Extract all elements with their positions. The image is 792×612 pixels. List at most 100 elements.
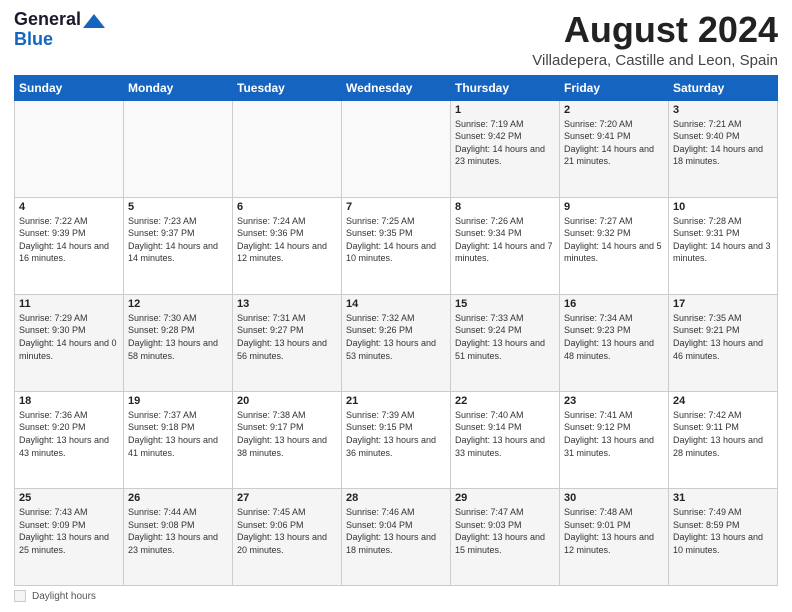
calendar-header-tuesday: Tuesday bbox=[233, 75, 342, 100]
day-info: Sunrise: 7:34 AMSunset: 9:23 PMDaylight:… bbox=[564, 312, 664, 362]
calendar-header-saturday: Saturday bbox=[669, 75, 778, 100]
day-number: 24 bbox=[673, 395, 773, 407]
calendar-cell bbox=[15, 100, 124, 197]
day-number: 1 bbox=[455, 104, 555, 116]
calendar-cell: 2 Sunrise: 7:20 AMSunset: 9:41 PMDaylight… bbox=[560, 100, 669, 197]
day-info: Sunrise: 7:19 AMSunset: 9:42 PMDaylight:… bbox=[455, 118, 555, 168]
calendar-week-2: 4 Sunrise: 7:22 AMSunset: 9:39 PMDaylight… bbox=[15, 197, 778, 294]
day-number: 29 bbox=[455, 492, 555, 504]
day-number: 27 bbox=[237, 492, 337, 504]
day-number: 2 bbox=[564, 104, 664, 116]
day-info: Sunrise: 7:48 AMSunset: 9:01 PMDaylight:… bbox=[564, 506, 664, 556]
calendar-cell: 15 Sunrise: 7:33 AMSunset: 9:24 PMDayligh… bbox=[451, 294, 560, 391]
footer: Daylight hours bbox=[14, 590, 778, 602]
logo-icon bbox=[83, 14, 105, 28]
day-info: Sunrise: 7:30 AMSunset: 9:28 PMDaylight:… bbox=[128, 312, 228, 362]
day-info: Sunrise: 7:37 AMSunset: 9:18 PMDaylight:… bbox=[128, 409, 228, 459]
calendar-cell: 22 Sunrise: 7:40 AMSunset: 9:14 PMDayligh… bbox=[451, 391, 560, 488]
calendar-cell: 10Sunrise: 7:28 AMSunset: 9:31 PMDayligh… bbox=[669, 197, 778, 294]
day-info: Sunrise: 7:25 AMSunset: 9:35 PMDaylight:… bbox=[346, 215, 446, 265]
day-number: 28 bbox=[346, 492, 446, 504]
day-info: Sunrise: 7:27 AMSunset: 9:32 PMDaylight:… bbox=[564, 215, 664, 265]
calendar-cell: 30Sunrise: 7:48 AMSunset: 9:01 PMDayligh… bbox=[560, 488, 669, 585]
day-number: 9 bbox=[564, 201, 664, 213]
calendar-cell: 25 Sunrise: 7:43 AMSunset: 9:09 PMDayligh… bbox=[15, 488, 124, 585]
day-number: 19 bbox=[128, 395, 228, 407]
main-title: August 2024 bbox=[532, 10, 778, 50]
day-info: Sunrise: 7:22 AMSunset: 9:39 PMDaylight:… bbox=[19, 215, 119, 265]
calendar-header-monday: Monday bbox=[124, 75, 233, 100]
day-number: 22 bbox=[455, 395, 555, 407]
day-info: Sunrise: 7:49 AMSunset: 8:59 PMDaylight:… bbox=[673, 506, 773, 556]
day-number: 10 bbox=[673, 201, 773, 213]
calendar-cell: 9 Sunrise: 7:27 AMSunset: 9:32 PMDaylight… bbox=[560, 197, 669, 294]
day-info: Sunrise: 7:36 AMSunset: 9:20 PMDaylight:… bbox=[19, 409, 119, 459]
day-number: 13 bbox=[237, 298, 337, 310]
calendar-cell: 17Sunrise: 7:35 AMSunset: 9:21 PMDayligh… bbox=[669, 294, 778, 391]
day-info: Sunrise: 7:32 AMSunset: 9:26 PMDaylight:… bbox=[346, 312, 446, 362]
day-number: 25 bbox=[19, 492, 119, 504]
day-number: 18 bbox=[19, 395, 119, 407]
day-info: Sunrise: 7:29 AMSunset: 9:30 PMDaylight:… bbox=[19, 312, 119, 362]
day-info: Sunrise: 7:33 AMSunset: 9:24 PMDaylight:… bbox=[455, 312, 555, 362]
day-info: Sunrise: 7:38 AMSunset: 9:17 PMDaylight:… bbox=[237, 409, 337, 459]
calendar-cell: 8 Sunrise: 7:26 AMSunset: 9:34 PMDaylight… bbox=[451, 197, 560, 294]
day-info: Sunrise: 7:26 AMSunset: 9:34 PMDaylight:… bbox=[455, 215, 555, 265]
calendar-cell: 24Sunrise: 7:42 AMSunset: 9:11 PMDayligh… bbox=[669, 391, 778, 488]
title-section: August 2024 Villadepera, Castille and Le… bbox=[532, 10, 778, 69]
calendar-table: SundayMondayTuesdayWednesdayThursdayFrid… bbox=[14, 75, 778, 586]
day-number: 7 bbox=[346, 201, 446, 213]
calendar-header-sunday: Sunday bbox=[15, 75, 124, 100]
day-number: 16 bbox=[564, 298, 664, 310]
day-info: Sunrise: 7:39 AMSunset: 9:15 PMDaylight:… bbox=[346, 409, 446, 459]
calendar-cell: 23 Sunrise: 7:41 AMSunset: 9:12 PMDayligh… bbox=[560, 391, 669, 488]
calendar-cell bbox=[124, 100, 233, 197]
day-number: 12 bbox=[128, 298, 228, 310]
calendar-cell bbox=[233, 100, 342, 197]
subtitle: Villadepera, Castille and Leon, Spain bbox=[532, 52, 778, 69]
calendar-cell bbox=[342, 100, 451, 197]
calendar-cell: 20Sunrise: 7:38 AMSunset: 9:17 PMDayligh… bbox=[233, 391, 342, 488]
calendar-header-friday: Friday bbox=[560, 75, 669, 100]
calendar-week-4: 18 Sunrise: 7:36 AMSunset: 9:20 PMDayligh… bbox=[15, 391, 778, 488]
day-info: Sunrise: 7:47 AMSunset: 9:03 PMDaylight:… bbox=[455, 506, 555, 556]
calendar-cell: 11 Sunrise: 7:29 AMSunset: 9:30 PMDayligh… bbox=[15, 294, 124, 391]
calendar-cell: 16 Sunrise: 7:34 AMSunset: 9:23 PMDayligh… bbox=[560, 294, 669, 391]
day-info: Sunrise: 7:41 AMSunset: 9:12 PMDaylight:… bbox=[564, 409, 664, 459]
calendar-cell: 12 Sunrise: 7:30 AMSunset: 9:28 PMDayligh… bbox=[124, 294, 233, 391]
day-info: Sunrise: 7:23 AMSunset: 9:37 PMDaylight:… bbox=[128, 215, 228, 265]
calendar-cell: 21Sunrise: 7:39 AMSunset: 9:15 PMDayligh… bbox=[342, 391, 451, 488]
header: General Blue August 2024 Villadepera, Ca… bbox=[14, 10, 778, 69]
day-info: Sunrise: 7:20 AMSunset: 9:41 PMDaylight:… bbox=[564, 118, 664, 168]
calendar-cell: 7 Sunrise: 7:25 AMSunset: 9:35 PMDaylight… bbox=[342, 197, 451, 294]
calendar-cell: 14 Sunrise: 7:32 AMSunset: 9:26 PMDayligh… bbox=[342, 294, 451, 391]
logo-blue: Blue bbox=[14, 30, 53, 50]
calendar-cell: 29 Sunrise: 7:47 AMSunset: 9:03 PMDayligh… bbox=[451, 488, 560, 585]
day-info: Sunrise: 7:43 AMSunset: 9:09 PMDaylight:… bbox=[19, 506, 119, 556]
calendar-cell: 6Sunrise: 7:24 AMSunset: 9:36 PMDaylight… bbox=[233, 197, 342, 294]
day-info: Sunrise: 7:46 AMSunset: 9:04 PMDaylight:… bbox=[346, 506, 446, 556]
calendar-cell: 27 Sunrise: 7:45 AMSunset: 9:06 PMDayligh… bbox=[233, 488, 342, 585]
day-number: 15 bbox=[455, 298, 555, 310]
calendar-cell: 18 Sunrise: 7:36 AMSunset: 9:20 PMDayligh… bbox=[15, 391, 124, 488]
day-info: Sunrise: 7:40 AMSunset: 9:14 PMDaylight:… bbox=[455, 409, 555, 459]
logo: General Blue bbox=[14, 10, 105, 50]
calendar-week-1: 1 Sunrise: 7:19 AMSunset: 9:42 PMDaylight… bbox=[15, 100, 778, 197]
calendar-cell: 13Sunrise: 7:31 AMSunset: 9:27 PMDayligh… bbox=[233, 294, 342, 391]
day-number: 14 bbox=[346, 298, 446, 310]
calendar-cell: 19 Sunrise: 7:37 AMSunset: 9:18 PMDayligh… bbox=[124, 391, 233, 488]
calendar-cell: 31Sunrise: 7:49 AMSunset: 8:59 PMDayligh… bbox=[669, 488, 778, 585]
day-number: 11 bbox=[19, 298, 119, 310]
calendar-week-3: 11 Sunrise: 7:29 AMSunset: 9:30 PMDayligh… bbox=[15, 294, 778, 391]
calendar-cell: 1 Sunrise: 7:19 AMSunset: 9:42 PMDaylight… bbox=[451, 100, 560, 197]
day-number: 8 bbox=[455, 201, 555, 213]
calendar-cell: 26Sunrise: 7:44 AMSunset: 9:08 PMDayligh… bbox=[124, 488, 233, 585]
calendar-cell: 28 Sunrise: 7:46 AMSunset: 9:04 PMDayligh… bbox=[342, 488, 451, 585]
day-number: 6 bbox=[237, 201, 337, 213]
day-number: 3 bbox=[673, 104, 773, 116]
day-number: 23 bbox=[564, 395, 664, 407]
day-number: 4 bbox=[19, 201, 119, 213]
calendar-header-wednesday: Wednesday bbox=[342, 75, 451, 100]
day-info: Sunrise: 7:45 AMSunset: 9:06 PMDaylight:… bbox=[237, 506, 337, 556]
page: General Blue August 2024 Villadepera, Ca… bbox=[0, 0, 792, 612]
